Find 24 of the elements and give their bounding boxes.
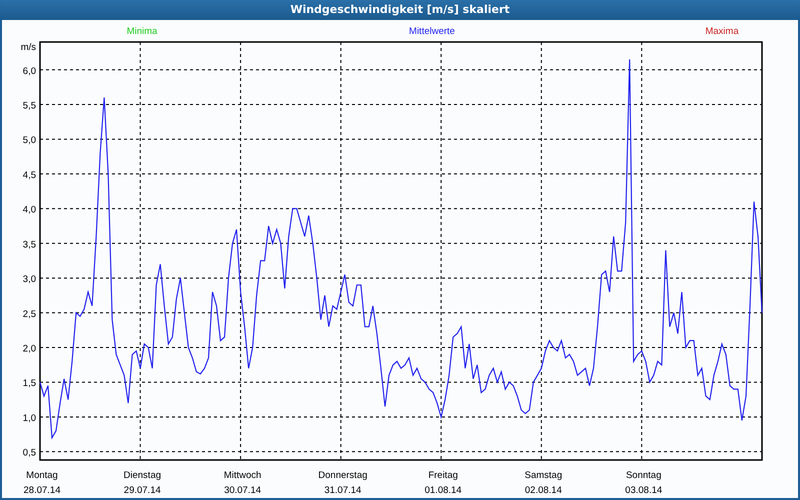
legend-label: Minima <box>126 26 158 37</box>
y-tick-label: 2,0 <box>22 344 36 355</box>
x-tick-label: Montag 28.07.14 <box>24 470 60 496</box>
y-axis-label: m/s <box>20 42 36 53</box>
y-tick-label: 4,5 <box>22 170 36 181</box>
y-tick-label: 5,0 <box>22 135 36 146</box>
legend-label: Mittelwerte <box>409 26 455 37</box>
y-tick-label: 2,5 <box>22 308 36 320</box>
x-tick-label: Dienstag 29.07.14 <box>124 470 162 496</box>
x-tick-label: Sonntag 03.08.14 <box>625 470 662 496</box>
window-title: Windgeschwindigkeit [m/s] skaliert <box>0 0 800 20</box>
y-tick-label: 6,0 <box>22 66 36 77</box>
x-tick-label: Freitag 01.08.14 <box>424 470 462 496</box>
x-tick-label: Mittwoch 30.07.14 <box>224 470 262 496</box>
y-tick-label: 5,5 <box>22 100 36 112</box>
y-tick-label: 3,5 <box>22 239 36 250</box>
y-tick-label: 3,0 <box>22 274 36 286</box>
x-tick-label: Donnerstag 31.07.14 <box>318 470 368 496</box>
y-tick-label: 1,5 <box>22 378 36 390</box>
y-tick-label: 1,0 <box>22 412 36 424</box>
y-tick-label: 4,0 <box>22 204 36 216</box>
y-tick-label: 0,5 <box>22 448 36 459</box>
legend-label: Maxima <box>705 26 739 37</box>
x-tick-label: Samstag 02.08.14 <box>524 470 562 496</box>
